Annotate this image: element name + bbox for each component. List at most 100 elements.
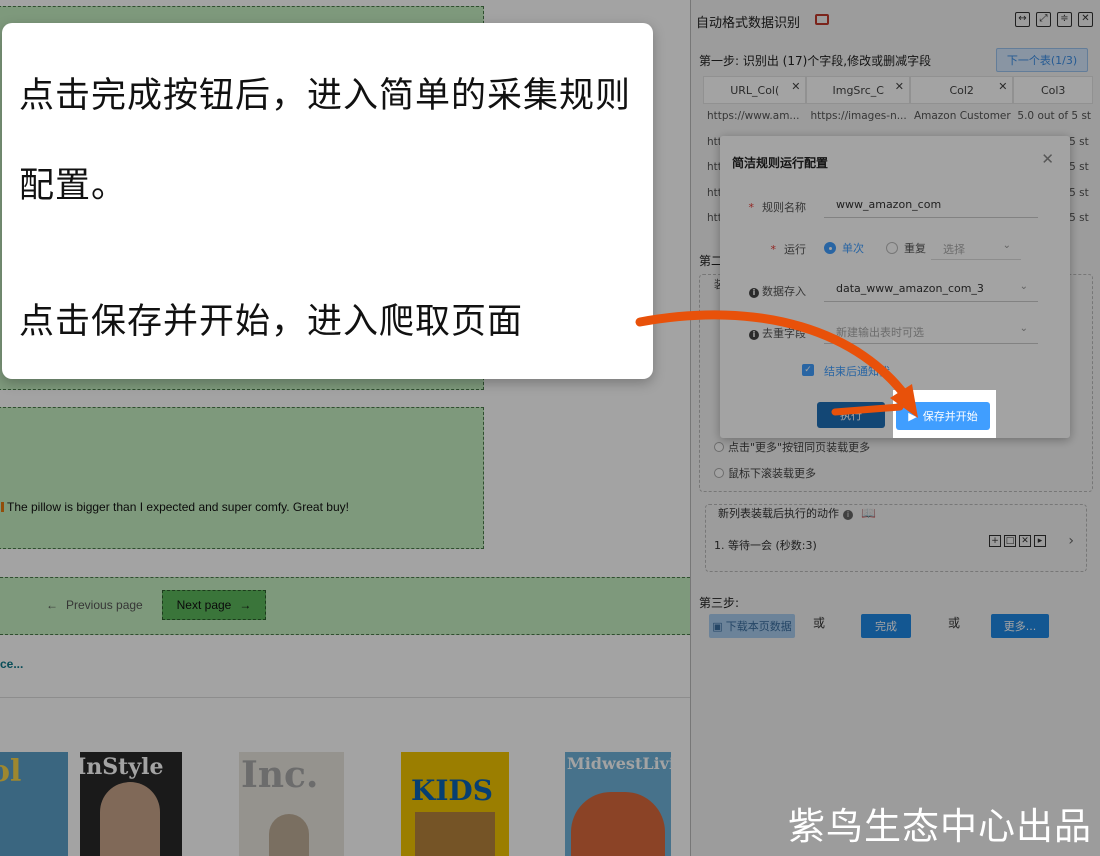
magazine-cover[interactable]: Inc. xyxy=(239,752,344,856)
run-once-label: 单次 xyxy=(842,242,864,255)
after-load-title-text: 新列表装载后执行的动作 xyxy=(718,507,839,520)
chevron-down-icon: ⌄ xyxy=(1002,240,1011,251)
next-page-label: Next page xyxy=(176,598,232,612)
run-label-text: 运行 xyxy=(784,243,806,256)
magazine-title: Inc. xyxy=(241,754,319,796)
notify-label[interactable]: 结束后通知我 xyxy=(824,363,890,379)
magazine-title: InStyle xyxy=(80,754,164,780)
download-page-data-button[interactable]: ▣ 下载本页数据 xyxy=(709,614,795,638)
action-item[interactable]: 1. 等待一会 (秒数:3) xyxy=(714,537,817,553)
column-header[interactable]: Col2 ✕ xyxy=(909,76,1014,104)
cover-photo xyxy=(269,814,309,856)
notify-checkbox[interactable]: ✓ xyxy=(802,364,814,376)
column-header[interactable]: URL_Col( ✕ xyxy=(703,76,807,104)
column-header[interactable]: Col3 xyxy=(1013,76,1093,104)
magazine-cover[interactable]: InStyle xyxy=(80,752,182,856)
remove-column-icon[interactable]: ✕ xyxy=(998,80,1007,93)
magazine-cover[interactable]: ol xyxy=(0,752,68,856)
expand-icon[interactable]: ⤢ xyxy=(1036,12,1051,27)
radio-icon xyxy=(714,468,724,478)
run-repeat-radio[interactable]: 重复 xyxy=(886,240,926,256)
repeat-select-placeholder: 选择 xyxy=(943,243,965,256)
arrow-left-icon: ← xyxy=(46,598,58,612)
run-repeat-label: 重复 xyxy=(904,242,926,255)
cover-photo xyxy=(415,812,495,856)
table-cell: 5.0 out of 5 st xyxy=(1017,110,1092,122)
copy-icon[interactable]: □ xyxy=(1004,535,1016,547)
execute-button[interactable]: 执行 xyxy=(817,402,885,428)
table-cell: https://images-n... xyxy=(810,110,907,122)
remove-column-icon[interactable]: ✕ xyxy=(791,80,800,93)
close-icon[interactable]: ✕ xyxy=(1041,150,1054,168)
storage-select[interactable]: data_www_amazon_com_3 ⌄ xyxy=(824,276,1038,302)
watermark: 紫鸟生态中心出品 xyxy=(788,805,1092,848)
magazine-cover[interactable]: KIDS xyxy=(401,752,509,856)
see-more-link[interactable]: ce... xyxy=(0,657,23,671)
or-text: 或 xyxy=(813,616,826,630)
option-click-more[interactable]: 点击"更多"按钮同页装载更多 xyxy=(714,439,870,455)
play-icon[interactable]: ▸ xyxy=(1034,535,1046,547)
divider xyxy=(0,697,690,698)
magazine-title: MidwestLiving xyxy=(567,754,671,773)
storage-value: data_www_amazon_com_3 xyxy=(836,282,984,295)
or-text: 或 xyxy=(948,616,961,630)
add-icon[interactable]: + xyxy=(989,535,1001,547)
option-scroll-more[interactable]: 鼠标下滚装载更多 xyxy=(714,465,816,481)
dedupe-select[interactable]: 新建输出表时可选 ⌄ xyxy=(824,318,1038,344)
resize-horizontal-icon[interactable]: ↔ xyxy=(1015,12,1030,27)
delete-icon[interactable]: ✕ xyxy=(1019,535,1031,547)
highlighted-review-item: The pillow is bigger than I expected and… xyxy=(0,407,484,549)
radio-icon xyxy=(714,442,724,452)
previous-page-label: Previous page xyxy=(66,598,143,612)
execute-label: 执行 xyxy=(840,409,862,422)
save-label: 保存并开始 xyxy=(922,410,978,423)
play-icon: ▶ xyxy=(908,409,917,423)
run-once-radio[interactable]: 单次 xyxy=(824,240,864,256)
rule-name-label: * 规则名称 xyxy=(720,199,807,215)
radio-checked-icon xyxy=(824,242,836,254)
run-label: * 运行 xyxy=(720,241,807,257)
dedupe-label: i 去重字段 xyxy=(720,325,806,341)
dock-icon[interactable]: ≑ xyxy=(1057,12,1072,27)
instruction-callout: 点击完成按钮后，进入简单的采集规则 配置。 点击保存并开始，进入爬取页面 xyxy=(2,23,653,379)
repeat-select[interactable]: 选择 ⌄ xyxy=(931,236,1021,260)
storage-label: i 数据存入 xyxy=(720,283,806,299)
step3-text: 第三步: xyxy=(699,596,740,610)
panel-title: 自动格式数据识别 xyxy=(696,16,801,31)
table-cell: https://www.am... xyxy=(707,110,800,122)
radio-icon xyxy=(886,242,898,254)
info-icon[interactable]: i xyxy=(749,288,759,298)
previous-page-link[interactable]: ← Previous page xyxy=(46,598,143,612)
close-icon[interactable]: ✕ xyxy=(1078,12,1093,27)
required-mark: * xyxy=(770,243,777,256)
save-icon: ▣ xyxy=(712,619,723,633)
rule-name-input[interactable]: www_amazon_com xyxy=(824,192,1038,218)
callout-line-1: 点击完成按钮后，进入简单的采集规则 xyxy=(19,76,632,116)
info-icon[interactable]: i xyxy=(843,510,853,520)
arrow-right-icon: → xyxy=(239,598,252,612)
step1-text: 第一步: 识别出 (17)个字段,修改或删减字段 xyxy=(699,54,932,68)
column-name: Col3 xyxy=(1040,83,1066,97)
magazine-cover[interactable]: MidwestLiving xyxy=(565,752,671,856)
dialog-title: 简洁规则运行配置 xyxy=(732,156,829,170)
next-table-button[interactable]: 下一个表(1/3) xyxy=(996,48,1088,72)
dedupe-label-text: 去重字段 xyxy=(762,327,806,340)
save-and-start-button[interactable]: ▶ 保存并开始 xyxy=(896,402,990,430)
option-label: 鼠标下滚装载更多 xyxy=(728,467,816,480)
book-icon[interactable]: 📖 xyxy=(861,506,876,520)
column-name: URL_Col( xyxy=(730,83,780,97)
more-button[interactable]: 更多... xyxy=(991,614,1049,638)
column-header[interactable]: ImgSrc_C ✕ xyxy=(806,76,910,104)
cover-photo xyxy=(571,792,665,856)
magazine-title: ol xyxy=(0,754,22,789)
window-controls: ↔ ⤢ ≑ ✕ xyxy=(1015,12,1093,27)
table-cell: Amazon Customer xyxy=(913,110,1011,122)
chevron-right-icon[interactable]: › xyxy=(1068,533,1074,549)
remove-column-icon[interactable]: ✕ xyxy=(895,80,904,93)
next-page-button[interactable]: Next page → xyxy=(162,590,266,620)
info-icon[interactable]: i xyxy=(749,330,759,340)
column-name: ImgSrc_C xyxy=(832,83,884,97)
done-button[interactable]: 完成 xyxy=(861,614,911,638)
required-mark: * xyxy=(748,201,755,214)
option-label: 点击"更多"按钮同页装载更多 xyxy=(728,441,871,454)
